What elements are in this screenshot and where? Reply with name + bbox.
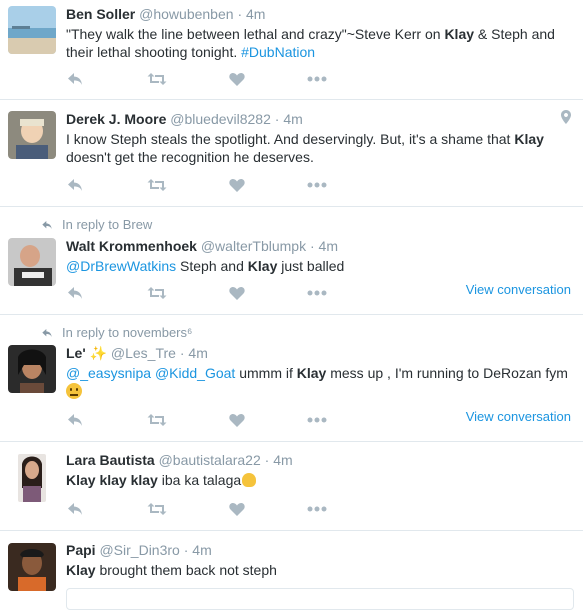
separator: · [264, 452, 270, 468]
text-segment: doesn't get the recognition he deserves. [66, 149, 314, 165]
tweet-actions [66, 411, 346, 429]
retweet-icon[interactable] [146, 411, 170, 429]
neutral-face-emoji [66, 383, 82, 399]
author-handle[interactable]: @Sir_Din3ro [99, 542, 179, 558]
reply-icon[interactable] [66, 176, 90, 194]
author-name[interactable]: Walt Krommenhoek [66, 238, 197, 254]
retweet-icon[interactable] [146, 500, 170, 518]
text-segment: I know Steph steals the spotlight. And d… [66, 131, 515, 147]
sparkles-emoji: ✨ [89, 345, 107, 361]
timestamp[interactable]: 4m [319, 238, 338, 254]
tweet-text: @_easysnipa @Kidd_Goat ummm if Klay mess… [66, 364, 571, 400]
more-icon[interactable] [306, 411, 330, 429]
author-handle[interactable]: @Les_Tre [111, 345, 176, 361]
keyword: Klay [247, 258, 278, 274]
author-handle[interactable]: @bautistalara22 [159, 452, 261, 468]
more-icon[interactable] [306, 500, 330, 518]
avatar[interactable] [8, 345, 56, 393]
tweet-actions [66, 70, 346, 88]
separator: · [237, 6, 243, 22]
text-segment: ummm if [235, 365, 297, 381]
keyword: Klay [296, 365, 327, 381]
timestamp[interactable]: 4m [273, 452, 292, 468]
retweet-icon[interactable] [146, 70, 170, 88]
timestamp[interactable]: 4m [188, 345, 207, 361]
keyword: Klay [66, 562, 96, 578]
separator: · [183, 542, 189, 558]
timestamp[interactable]: 4m [192, 542, 211, 558]
author-name[interactable]: Ben Soller [66, 6, 135, 22]
avatar[interactable] [8, 111, 56, 159]
reply-to-label: In reply to Brew [62, 217, 153, 232]
map-pin-icon[interactable] [561, 110, 571, 129]
reply-context[interactable]: In reply to novembers⁶ [40, 325, 192, 340]
avatar[interactable] [8, 6, 56, 54]
text-segment: brought them back not steph [95, 562, 277, 578]
tweet-text: Klay klay klay iba ka talaga [66, 471, 571, 489]
author-handle[interactable]: @bluedevil8282 [170, 111, 271, 127]
text-segment: just balled [277, 258, 345, 274]
keyword: Klay klay klay [66, 472, 158, 488]
tweet-derek-moore[interactable]: Derek J. Moore @bluedevil8282 · 4m I kno… [0, 100, 583, 207]
reply-icon[interactable] [66, 411, 90, 429]
tweet-text: @DrBrewWatkins Steph and Klay just balle… [66, 257, 571, 275]
timestamp[interactable]: 4m [283, 111, 302, 127]
author-name[interactable]: Le' [66, 345, 86, 361]
more-icon[interactable] [306, 176, 330, 194]
tweet-actions [66, 500, 346, 518]
avatar[interactable] [8, 543, 56, 591]
tweet-text: Klay brought them back not steph [66, 561, 571, 579]
retweet-icon[interactable] [146, 284, 170, 302]
text-segment: iba ka talaga [157, 472, 242, 488]
tweet-ben-soller[interactable]: Ben Soller @howubenben · 4m "They walk t… [0, 0, 583, 100]
heart-icon[interactable] [228, 500, 252, 518]
text-segment: mess up , I'm running to DeRozan fym [326, 365, 568, 381]
heart-icon[interactable] [228, 284, 252, 302]
timestamp[interactable]: 4m [246, 6, 265, 22]
tweet-text: "They walk the line between lethal and c… [66, 25, 571, 61]
hashtag-link[interactable]: #DubNation [241, 44, 315, 60]
keyword: Klay [514, 131, 544, 147]
reply-icon[interactable] [66, 500, 90, 518]
separator: · [179, 345, 185, 361]
tweet-walt-krommenhoek[interactable]: In reply to Brew Walt Krommenhoek @walte… [0, 207, 583, 315]
author-name[interactable]: Papi [66, 542, 96, 558]
heart-icon[interactable] [228, 70, 252, 88]
clapping-hands-emoji [242, 473, 257, 487]
tweet-text: I know Steph steals the spotlight. And d… [66, 130, 571, 166]
text-segment: "They walk the line between lethal and c… [66, 26, 445, 42]
separator: · [274, 111, 280, 127]
heart-icon[interactable] [228, 176, 252, 194]
more-icon[interactable] [306, 284, 330, 302]
author-handle[interactable]: @howubenben [139, 6, 233, 22]
author-name[interactable]: Lara Bautista [66, 452, 155, 468]
heart-icon[interactable] [228, 411, 252, 429]
retweet-icon[interactable] [146, 176, 170, 194]
mention-link[interactable]: @Kidd_Goat [155, 365, 235, 381]
reply-compose-box[interactable] [66, 588, 574, 610]
keyword: Klay [444, 26, 475, 42]
author-handle[interactable]: @walterTblumpk [201, 238, 306, 254]
avatar[interactable] [18, 454, 46, 502]
tweet-lara-bautista[interactable]: Lara Bautista @bautistalara22 · 4m Klay … [0, 442, 583, 531]
mention-link[interactable]: @DrBrewWatkins [66, 258, 176, 274]
more-icon[interactable] [306, 70, 330, 88]
tweet-le[interactable]: In reply to novembers⁶ Le' ✨ @Les_Tre · … [0, 315, 583, 442]
tweet-actions [66, 284, 346, 302]
avatar[interactable] [8, 238, 56, 286]
reply-icon [42, 329, 52, 337]
reply-icon[interactable] [66, 284, 90, 302]
view-conversation-link[interactable]: View conversation [466, 282, 571, 297]
tweet-actions [66, 176, 346, 194]
reply-context[interactable]: In reply to Brew [40, 217, 152, 232]
view-conversation-link[interactable]: View conversation [466, 409, 571, 424]
author-name[interactable]: Derek J. Moore [66, 111, 166, 127]
separator: · [309, 238, 315, 254]
mention-link[interactable]: @_easysnipa [66, 365, 151, 381]
reply-icon [42, 221, 52, 229]
reply-icon[interactable] [66, 70, 90, 88]
text-segment: Steph and [176, 258, 248, 274]
reply-to-label: In reply to novembers⁶ [62, 325, 193, 340]
